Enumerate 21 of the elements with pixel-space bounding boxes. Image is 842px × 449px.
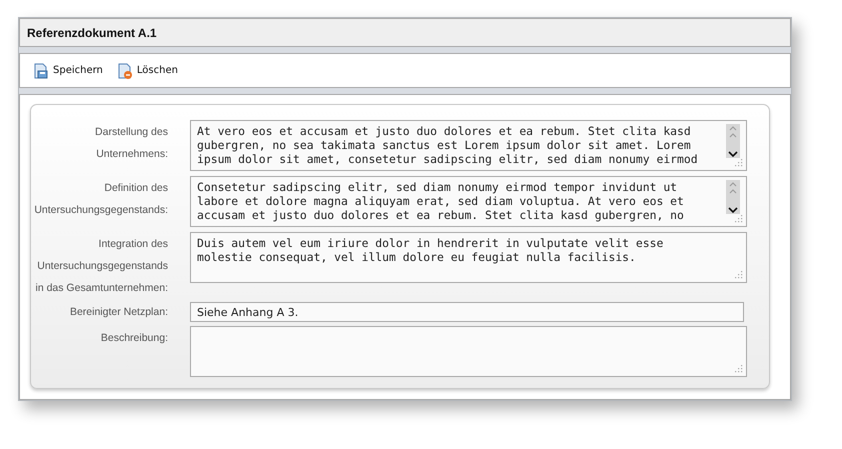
text-area[interactable]: At vero eos et accusam et justo duo dolores et ea rebum. Stet clita kasd gubergren, no sea takimata sanctus est Lorem ipsum dolor sit amet. Lorem ipsum dolor sit amet, consetetur sadipscing elitr, sed diam nonumy eirmod [190,120,747,171]
scroll-down-icon[interactable] [728,150,738,158]
field-label: Integration des Untersuchungsgegenstands in das Gesamtunternehmen: [34,237,169,296]
text-area[interactable] [190,326,747,377]
save-icon [33,62,49,78]
delete-button[interactable]: Löschen [116,62,178,78]
field-label: Bereinigter Netzplan: [68,305,169,320]
text-area[interactable]: Consetetur sadipscing elitr, sed diam nonumy eirmod tempor invidunt ut labore et dolore magna aliquyam erat, sed diam voluptua. At vero eos et accusam et justo duo dolores et ea rebum. Stet clita kasd gubergren, no [190,176,747,227]
resize-grip-icon[interactable] [734,214,743,223]
resize-grip-icon[interactable] [734,364,743,373]
delete-icon [116,62,133,78]
window-title: Referenzdokument A.1 [19,18,791,47]
resize-grip-icon[interactable] [734,270,743,279]
field-label: Beschreibung: [100,331,169,346]
text-area[interactable]: Duis autem vel eum iriure dolor in hendrerit in vulputate velit esse molestie consequat, vel illum dolore eu feugiat nulla facilisis. [190,232,747,283]
field-label: Darstellung des Unternehmens: [94,125,169,162]
scroll-down-icon[interactable] [728,206,738,214]
input-field[interactable]: Siehe Anhang A 3. [190,302,744,322]
resize-grip-icon[interactable] [734,158,743,167]
save-button[interactable]: Speichern [33,62,103,78]
field-label: Definition des Untersuchungsgegenstands: [33,181,169,218]
